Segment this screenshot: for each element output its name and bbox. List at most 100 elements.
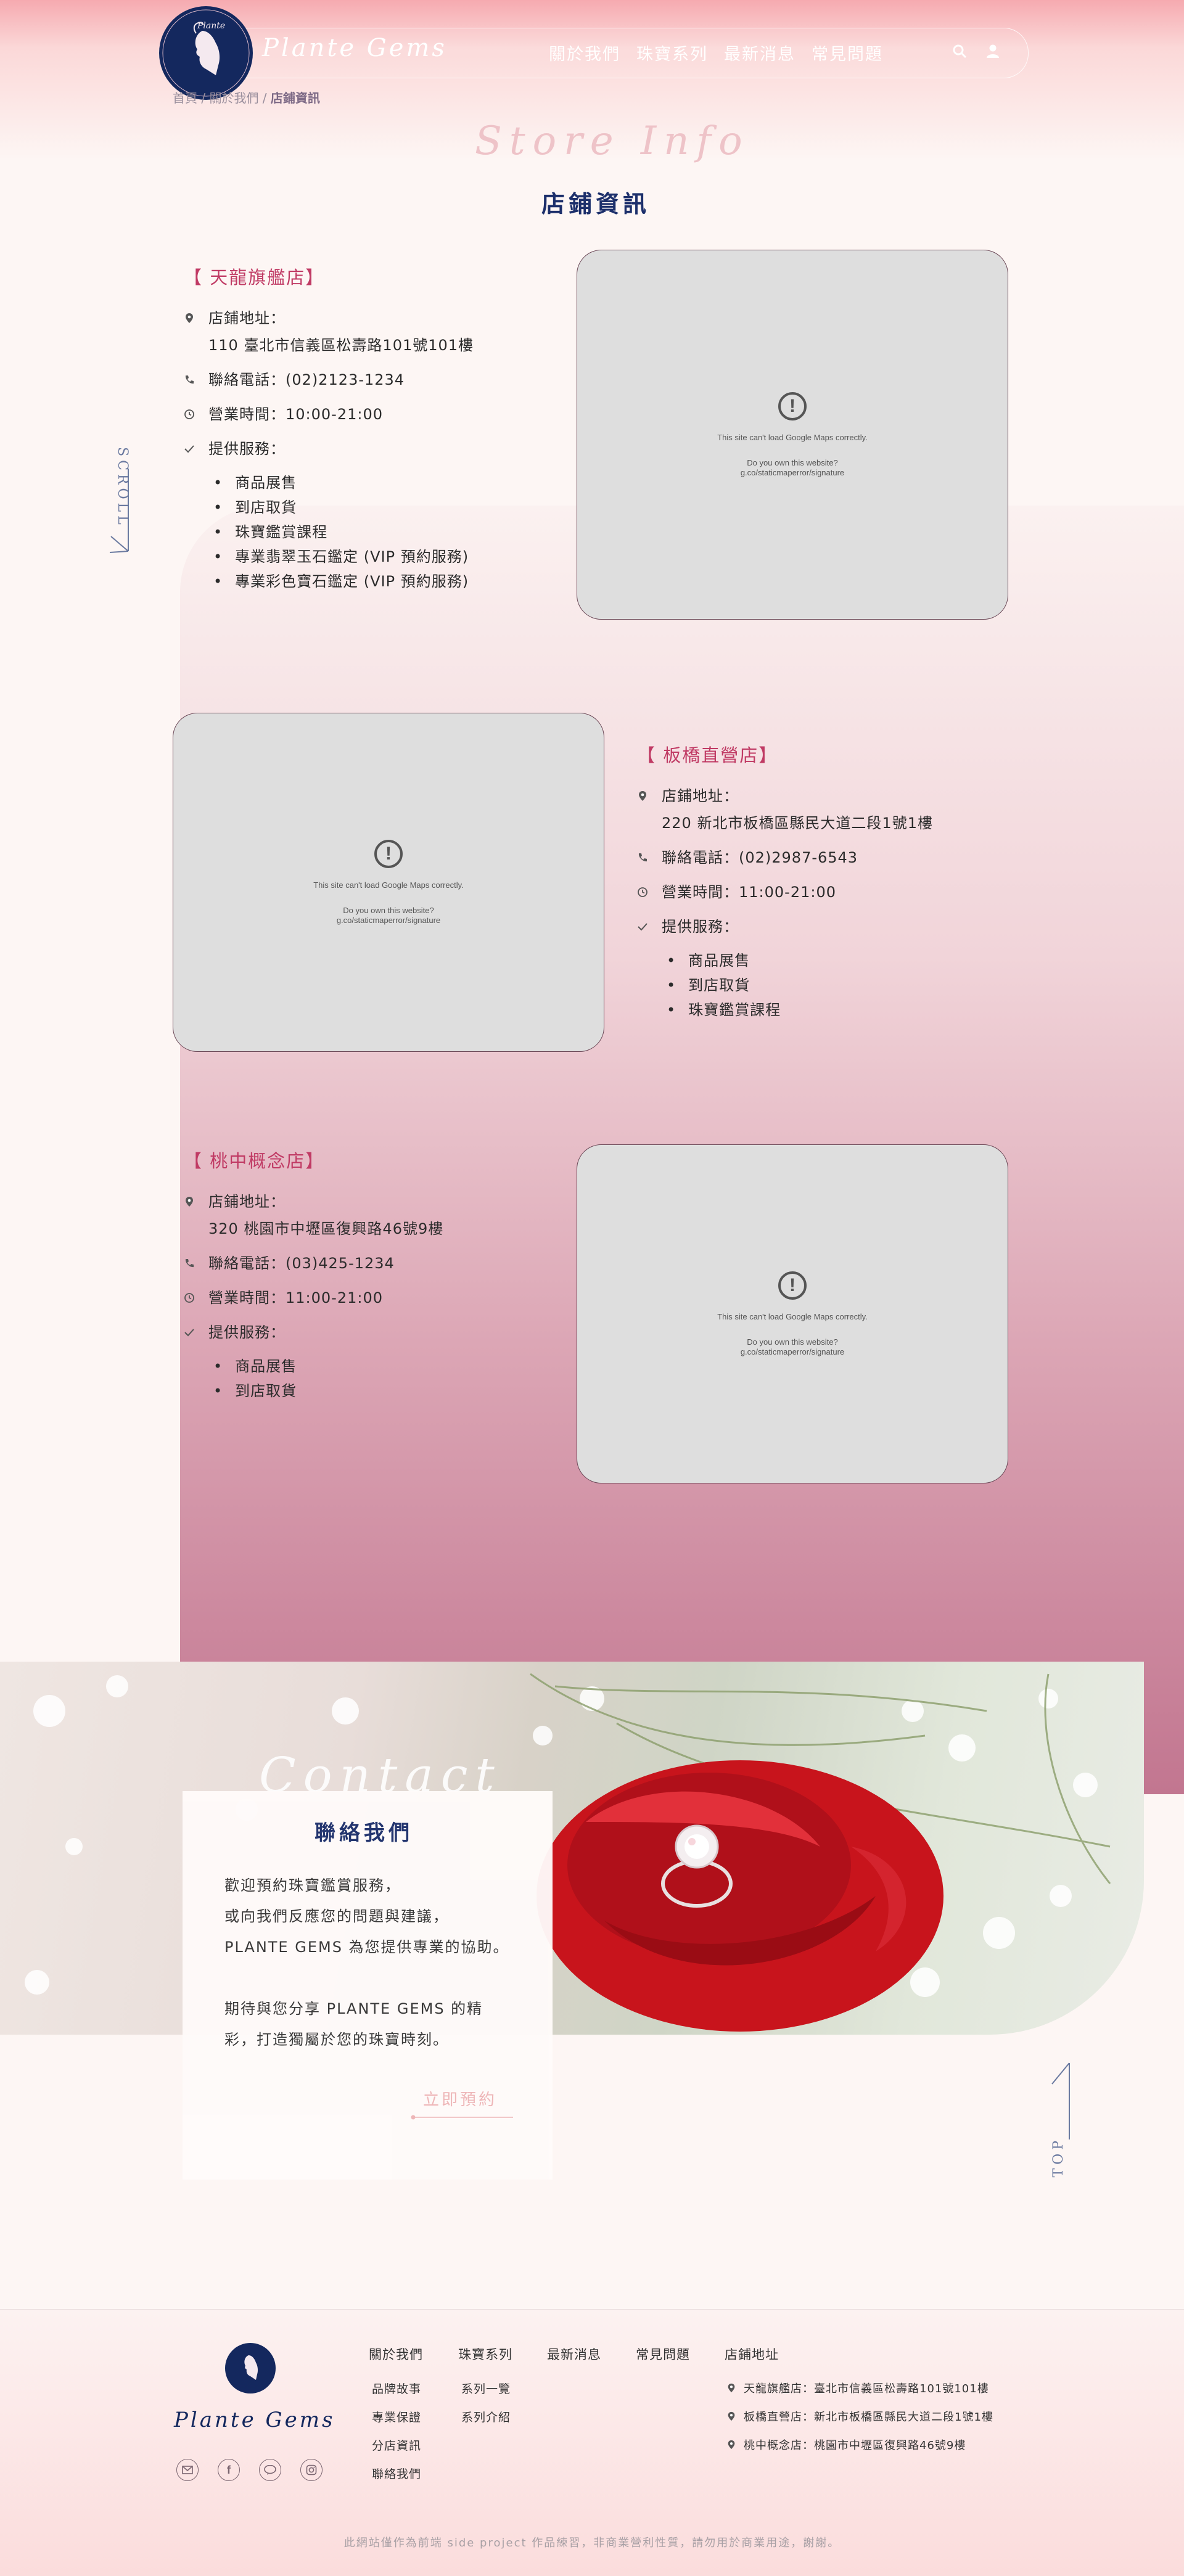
- footer-logo[interactable]: [225, 2343, 276, 2393]
- map-taoyuan[interactable]: ! This site can't load Google Maps corre…: [577, 1144, 1008, 1483]
- facebook-icon[interactable]: f: [218, 2459, 240, 2481]
- footer-col-about[interactable]: 關於我們: [369, 2345, 423, 2363]
- nav-about[interactable]: 關於我們: [549, 41, 620, 65]
- services-label: 提供服務：: [208, 1324, 286, 1341]
- nav-news[interactable]: 最新消息: [724, 41, 796, 65]
- address-text: 220 新北市板橋區縣民大道二段1號1樓: [662, 814, 933, 832]
- rose-ring-illustration: [25, 1673, 1111, 2032]
- footer-address-text: 天龍旗艦店：臺北市信義區松壽路101號101樓: [744, 2382, 989, 2395]
- map-error-url[interactable]: g.co/staticmaperror/signature: [741, 1347, 844, 1357]
- location-pin-icon: [728, 2440, 735, 2450]
- clock-icon: [637, 882, 662, 903]
- footer-address-text: 桃中概念店：桃園市中壢區復興路46號9樓: [744, 2439, 966, 2452]
- footer-address-item: 天龍旗艦店：臺北市信義區松壽路101號101樓: [726, 2380, 989, 2396]
- location-pin-icon: [184, 1191, 208, 1212]
- location-pin-icon: [728, 2411, 735, 2421]
- nav-series[interactable]: 珠寶系列: [636, 41, 708, 65]
- store-hours-row: 營業時間：11:00-21:00: [184, 1287, 529, 1308]
- store-services-row: 提供服務：: [184, 438, 529, 459]
- footer-col-news[interactable]: 最新消息: [547, 2345, 601, 2363]
- book-now-underline: [411, 2115, 513, 2120]
- breadcrumb: 首頁 / 關於我們 / 店鋪資訊: [173, 88, 320, 106]
- services-list: 商品展售 到店取貨 珠寶鑑賞課程: [667, 948, 982, 1022]
- store-hours-row: 營業時間：10:00-21:00: [184, 404, 529, 425]
- store-name: 【 桃中概念店】: [184, 1151, 325, 1171]
- footer-link-brand-story[interactable]: 品牌故事: [372, 2380, 421, 2397]
- footer-col-stores[interactable]: 店鋪地址: [725, 2345, 779, 2363]
- map-error-url[interactable]: g.co/staticmaperror/signature: [337, 916, 440, 925]
- service-item: 商品展售: [213, 1354, 529, 1379]
- services-label: 提供服務：: [662, 918, 739, 935]
- footer-link-branches[interactable]: 分店資訊: [372, 2437, 421, 2453]
- scroll-arrow-icon: [109, 469, 129, 553]
- service-item: 珠寶鑑賞課程: [667, 998, 982, 1022]
- footer-col-series[interactable]: 珠寶系列: [458, 2345, 512, 2363]
- phone-icon: [637, 847, 662, 868]
- service-item: 珠寶鑑賞課程: [213, 520, 529, 544]
- page-title: 店鋪資訊: [541, 190, 651, 218]
- breadcrumb-home[interactable]: 首頁: [173, 91, 197, 105]
- page: Plante Plante Gems 關於我們 珠寶系列 最新消息 常見問題 首…: [0, 0, 1184, 2576]
- map-banqiao[interactable]: ! This site can't load Google Maps corre…: [173, 713, 604, 1052]
- services-label: 提供服務：: [208, 440, 286, 457]
- footer-address-item: 桃中概念店：桃園市中壢區復興路46號9樓: [726, 2437, 966, 2453]
- line-icon[interactable]: [259, 2459, 281, 2481]
- store-name: 【 板橋直營店】: [637, 745, 778, 766]
- breadcrumb-about[interactable]: 關於我們: [209, 91, 258, 105]
- breadcrumb-separator: /: [197, 91, 210, 105]
- service-item: 專業翡翠玉石鑑定 (VIP 預約服務): [213, 544, 529, 569]
- breadcrumb-separator: /: [258, 91, 271, 105]
- store-address-row: 店鋪地址： 220 新北市板橋區縣民大道二段1號1樓: [637, 786, 982, 834]
- brand-name[interactable]: Plante Gems: [262, 34, 447, 62]
- contact-line: PLANTE GEMS 為您提供專業的協助。: [224, 1938, 509, 1956]
- logo[interactable]: Plante: [159, 6, 253, 100]
- location-pin-icon: [637, 786, 662, 806]
- email-icon[interactable]: [176, 2459, 199, 2481]
- instagram-icon[interactable]: [300, 2459, 323, 2481]
- store-info-script-title: Store Info: [475, 118, 750, 164]
- footer-link-series-intro[interactable]: 系列介紹: [461, 2408, 511, 2425]
- footer-link-guarantee[interactable]: 專業保證: [372, 2408, 421, 2425]
- contact-body: 歡迎預約珠寶鑑賞服務， 或向我們反應您的問題與建議， PLANTE GEMS 為…: [224, 1870, 545, 2055]
- footer-address-item: 板橋直營店：新北市板橋區縣民大道二段1號1樓: [726, 2408, 993, 2424]
- store-name: 【 天龍旗艦店】: [184, 267, 325, 288]
- contact-line: 期待與您分享 PLANTE GEMS 的精: [224, 2000, 483, 2017]
- service-item: 到店取貨: [213, 495, 529, 520]
- store-taoyuan: 【 桃中概念店】 店鋪地址： 320 桃園市中壢區復興路46號9樓 聯絡電話：(0…: [184, 1147, 529, 1403]
- contact-photo: [0, 1662, 1144, 2035]
- user-icon[interactable]: [985, 43, 1001, 59]
- address-label: 店鋪地址：: [208, 1193, 286, 1210]
- map-error-icon: !: [778, 1271, 807, 1300]
- back-to-top-label[interactable]: TOP: [1051, 2137, 1066, 2178]
- store-flagship: 【 天龍旗艦店】 店鋪地址： 110 臺北市信義區松壽路101號101樓 聯絡電話…: [184, 263, 529, 594]
- contact-line: 或向我們反應您的問題與建議，: [224, 1908, 449, 1925]
- map-flagship[interactable]: ! This site can't load Google Maps corre…: [577, 250, 1008, 620]
- main-nav: 關於我們 珠寶系列 最新消息 常見問題: [549, 41, 883, 65]
- footer-link-series-all[interactable]: 系列一覽: [461, 2380, 511, 2397]
- map-owner-text: Do you own this website?: [747, 1337, 838, 1347]
- contact-card: 聯絡我們 歡迎預約珠寶鑑賞服務， 或向我們反應您的問題與建議， PLANTE G…: [183, 1791, 553, 2180]
- breadcrumb-current: 店鋪資訊: [270, 91, 320, 105]
- book-now-button[interactable]: 立即預約: [423, 2087, 497, 2110]
- clock-icon: [184, 1287, 208, 1308]
- phone-text: 聯絡電話：(02)2123-1234: [208, 371, 405, 388]
- logo-silhouette-icon: Plante: [162, 9, 250, 97]
- services-list: 商品展售 到店取貨: [213, 1354, 529, 1403]
- check-icon: [637, 916, 662, 937]
- search-icon[interactable]: [952, 43, 968, 59]
- back-to-top-arrow-icon[interactable]: [1048, 2059, 1073, 2139]
- address-label: 店鋪地址：: [662, 787, 739, 805]
- map-error-icon: !: [374, 839, 403, 868]
- map-owner-text: Do you own this website?: [343, 905, 434, 915]
- store-address-row: 店鋪地址： 320 桃園市中壢區復興路46號9樓: [184, 1191, 529, 1239]
- store-banqiao: 【 板橋直營店】 店鋪地址： 220 新北市板橋區縣民大道二段1號1樓 聯絡電話：…: [637, 741, 982, 1022]
- nav-faq[interactable]: 常見問題: [812, 41, 883, 65]
- location-pin-icon: [728, 2383, 735, 2393]
- map-error-icon: !: [778, 392, 807, 420]
- address-label: 店鋪地址：: [208, 310, 286, 327]
- logo-silhouette-icon: [244, 2355, 258, 2380]
- footer-link-contact[interactable]: 聯絡我們: [372, 2465, 421, 2482]
- map-owner-text: Do you own this website?: [747, 457, 838, 467]
- map-error-url[interactable]: g.co/staticmaperror/signature: [741, 468, 844, 478]
- footer-col-faq[interactable]: 常見問題: [636, 2345, 690, 2363]
